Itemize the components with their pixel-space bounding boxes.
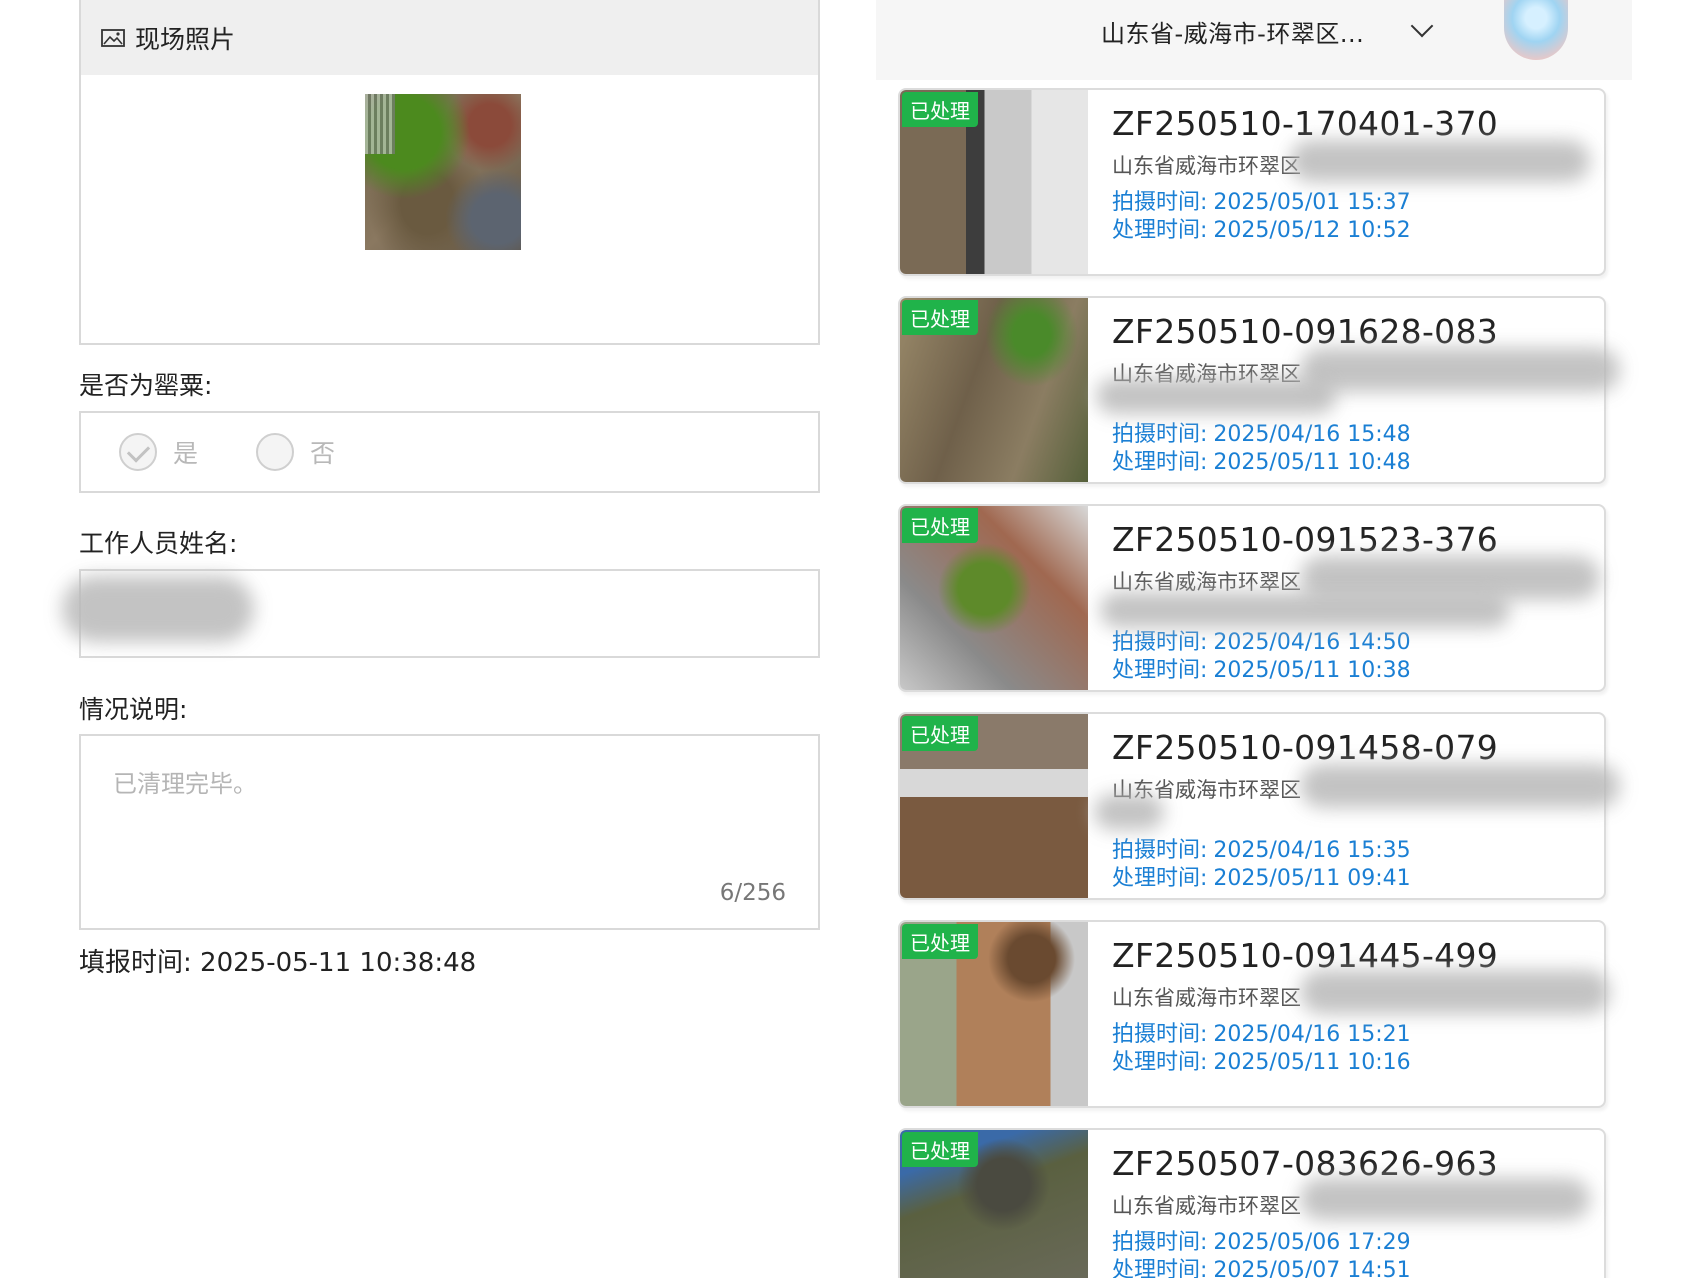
card-processed-time: 处理时间: 2025/05/07 14:51 <box>1112 1258 1411 1278</box>
card-title: ZF250510-091523-376 <box>1112 520 1499 559</box>
list-item[interactable]: 已处理 ZF250510-091445-499 山东省威海市环翠区 拍摄时间: 2… <box>898 920 1606 1108</box>
redacted-address <box>1094 794 1164 830</box>
radio-option-yes-label: 是 <box>173 439 199 468</box>
photo-section-title: 现场照片 <box>135 24 236 54</box>
card-address: 山东省威海市环翠区 <box>1112 986 1301 1010</box>
card-processed-time: 处理时间: 2025/05/11 09:41 <box>1112 866 1411 891</box>
redacted-address <box>1096 378 1336 414</box>
redacted-address <box>1300 1178 1590 1220</box>
report-time: 填报时间: 2025-05-11 10:38:48 <box>79 942 476 979</box>
card-address: 山东省威海市环翠区 <box>1112 154 1301 178</box>
photo-section-header: 现场照片 <box>81 0 818 75</box>
radio-checked-icon <box>119 433 157 471</box>
card-title: ZF250510-170401-370 <box>1112 104 1499 143</box>
card-processed-time: 处理时间: 2025/05/11 10:38 <box>1112 658 1411 683</box>
redacted-staff-name <box>62 576 254 642</box>
list-item[interactable]: 已处理 ZF250510-170401-370 山东省威海市环翠区 拍摄时间: 2… <box>898 88 1606 276</box>
status-badge: 已处理 <box>902 508 978 543</box>
status-badge: 已处理 <box>902 92 978 127</box>
redacted-address <box>1300 970 1610 1014</box>
photo-section: 现场照片 <box>79 0 820 345</box>
redacted-address <box>1300 348 1620 392</box>
report-time-value: 2025-05-11 10:38:48 <box>200 948 477 978</box>
region-select[interactable]: 山东省-威海市-环翠区... <box>1101 14 1364 49</box>
chevron-down-icon[interactable] <box>1410 14 1434 38</box>
avatar[interactable] <box>1504 0 1568 60</box>
status-badge: 已处理 <box>902 300 978 335</box>
card-title: ZF250510-091628-083 <box>1112 312 1499 351</box>
description-text: 已清理完毕。 <box>113 770 257 798</box>
description-label: 情况说明: <box>79 695 188 724</box>
report-time-label: 填报时间: <box>79 948 192 978</box>
card-processed-time: 处理时间: 2025/05/11 10:48 <box>1112 450 1411 475</box>
redacted-address <box>1300 764 1620 808</box>
redacted-address <box>1290 140 1590 182</box>
description-textarea[interactable]: 已清理完毕。 6/256 <box>79 734 820 930</box>
radio-option-yes[interactable]: 是 <box>119 433 198 471</box>
status-badge: 已处理 <box>902 924 978 959</box>
card-title: ZF250510-091458-079 <box>1112 728 1499 767</box>
status-badge: 已处理 <box>902 716 978 751</box>
status-badge: 已处理 <box>902 1132 978 1167</box>
staff-name-label: 工作人员姓名: <box>79 529 238 558</box>
image-icon <box>101 28 125 47</box>
list-top-bar: 山东省-威海市-环翠区... <box>876 0 1632 80</box>
poppy-radio-group: 是 否 <box>79 411 820 493</box>
card-processed-time: 处理时间: 2025/05/11 10:16 <box>1112 1050 1411 1075</box>
card-processed-time: 处理时间: 2025/05/12 10:52 <box>1112 218 1411 243</box>
radio-option-no-label: 否 <box>310 439 336 468</box>
card-address: 山东省威海市环翠区 <box>1112 1194 1301 1218</box>
radio-unchecked-icon <box>256 433 295 471</box>
radio-option-no[interactable]: 否 <box>256 433 335 471</box>
poppy-question-label: 是否为罂粟: <box>79 371 213 400</box>
char-counter: 6/256 <box>719 880 786 906</box>
site-photo-thumbnail[interactable] <box>365 94 521 250</box>
redacted-address <box>1100 592 1510 628</box>
